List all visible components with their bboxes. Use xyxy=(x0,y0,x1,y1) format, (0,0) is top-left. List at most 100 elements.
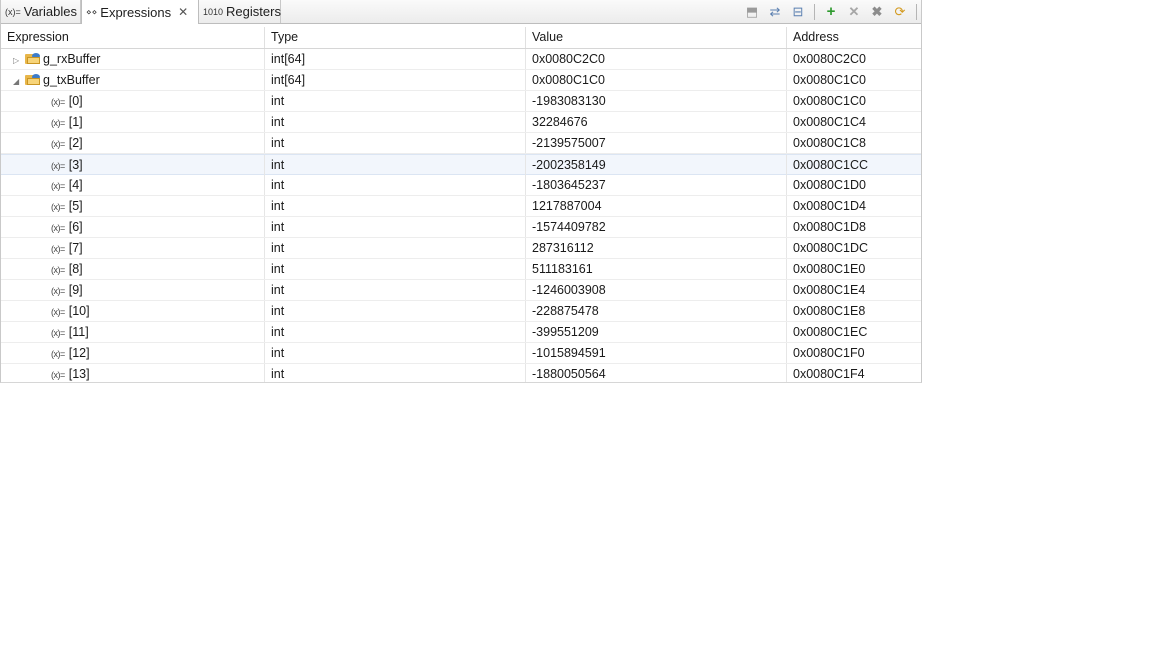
value-cell[interactable]: 511183161 xyxy=(526,259,787,279)
expressions-icon: ⋄⋄ xyxy=(86,6,98,17)
table-row[interactable]: (x)= [7] int 287316112 0x0080C1DC xyxy=(1,238,921,259)
address-cell: 0x0080C1D4 xyxy=(793,199,866,213)
table-row[interactable]: (x)= [9] int -1246003908 0x0080C1E4 xyxy=(1,280,921,301)
table-row[interactable]: (x)= [1] int 32284676 0x0080C1C4 xyxy=(1,112,921,133)
expression-cell: (x)= [7] xyxy=(1,238,265,258)
expression-name: g_rxBuffer xyxy=(43,52,101,66)
table-row[interactable]: (x)= [10] int -228875478 0x0080C1E8 xyxy=(1,301,921,322)
variable-icon: (x)= xyxy=(51,97,65,107)
expression-cell: ◢ g_txBuffer xyxy=(1,70,265,90)
remove-icon[interactable]: ✕ xyxy=(845,3,863,21)
array-variable-icon xyxy=(25,53,40,64)
tab-variables[interactable]: (x)= Variables xyxy=(1,0,81,23)
close-icon[interactable]: ✕ xyxy=(178,5,188,19)
variable-icon: (x)= xyxy=(51,265,65,275)
variable-icon: (x)= xyxy=(51,349,65,359)
expression-name: g_txBuffer xyxy=(43,73,100,87)
value-cell[interactable]: -1983083130 xyxy=(526,91,787,111)
column-header-expression[interactable]: Expression xyxy=(1,27,265,48)
variable-icon: (x)= xyxy=(51,161,65,171)
tab-expressions[interactable]: ⋄⋄ Expressions ✕ xyxy=(81,0,199,24)
variable-icon: (x)= xyxy=(51,223,65,233)
table-row[interactable]: (x)= [13] int -1880050564 0x0080C1F4 xyxy=(1,364,921,382)
expression-name: [5] xyxy=(68,199,83,213)
variable-icon: (x)= xyxy=(51,286,65,296)
value-cell[interactable]: 0x0080C2C0 xyxy=(526,49,787,69)
collapse-icon[interactable]: ⊟ xyxy=(789,3,807,21)
column-header-row: Expression Type Value Address xyxy=(1,27,921,49)
type-cell: int xyxy=(265,322,526,342)
value-cell[interactable]: 1217887004 xyxy=(526,196,787,216)
remove-all-icon[interactable]: ✖ xyxy=(868,3,886,21)
address-cell: 0x0080C1CC xyxy=(793,158,869,172)
expression-name: [0] xyxy=(68,94,83,108)
column-header-value[interactable]: Value xyxy=(526,27,787,48)
tab-label: Expressions xyxy=(100,4,172,20)
table-row[interactable]: (x)= [11] int -399551209 0x0080C1EC xyxy=(1,322,921,343)
value-cell[interactable]: -228875478 xyxy=(526,301,787,321)
table-row[interactable]: (x)= [0] int -1983083130 0x0080C1C0 xyxy=(1,91,921,112)
table-row[interactable]: (x)= [12] int -1015894591 0x0080C1F0 xyxy=(1,343,921,364)
expression-cell: (x)= [5] xyxy=(1,196,265,216)
tab-registers[interactable]: 1010 Registers xyxy=(199,0,281,23)
column-header-type[interactable]: Type xyxy=(265,27,526,48)
value-cell[interactable]: -1803645237 xyxy=(526,175,787,195)
type-cell: int xyxy=(265,91,526,111)
expressions-view: (x)= Variables ⋄⋄ Expressions ✕ 1010 Reg… xyxy=(0,0,922,383)
type-cell: int xyxy=(265,238,526,258)
expression-cell: (x)= [8] xyxy=(1,259,265,279)
value-cell[interactable]: -1880050564 xyxy=(526,364,787,382)
expanded-arrow-icon[interactable]: ◢ xyxy=(13,72,23,90)
value-cell[interactable]: -1015894591 xyxy=(526,343,787,363)
expression-name: [7] xyxy=(68,241,83,255)
expression-name: [9] xyxy=(68,283,83,297)
expression-cell: (x)= [4] xyxy=(1,175,265,195)
type-cell: int xyxy=(265,175,526,195)
value-cell[interactable]: 287316112 xyxy=(526,238,787,258)
table-row[interactable]: (x)= [4] int -1803645237 0x0080C1D0 xyxy=(1,175,921,196)
add-expression-icon[interactable]: + xyxy=(822,3,840,21)
variable-icon: (x)= xyxy=(51,118,65,128)
table-row[interactable]: (x)= [2] int -2139575007 0x0080C1C8 xyxy=(1,133,921,154)
expression-cell: (x)= [11] xyxy=(1,322,265,342)
type-cell: int xyxy=(265,196,526,216)
show-type-names-icon[interactable]: ⇄ xyxy=(766,3,784,21)
address-cell: 0x0080C1F0 xyxy=(793,346,865,360)
table-row[interactable]: (x)= [8] int 511183161 0x0080C1E0 xyxy=(1,259,921,280)
table-row[interactable]: (x)= [6] int -1574409782 0x0080C1D8 xyxy=(1,217,921,238)
variable-icon: (x)= xyxy=(51,202,65,212)
value-cell[interactable]: 32284676 xyxy=(526,112,787,132)
value-cell[interactable]: -1574409782 xyxy=(526,217,787,237)
refresh-icon[interactable]: ⟳ xyxy=(891,3,909,21)
address-cell: 0x0080C1DC xyxy=(793,241,869,255)
variable-icon: (x)= xyxy=(51,244,65,254)
address-cell: 0x0080C2C0 xyxy=(793,52,866,66)
value-cell[interactable]: -2139575007 xyxy=(526,133,787,153)
type-cell: int xyxy=(265,301,526,321)
address-cell: 0x0080C1F4 xyxy=(793,367,865,381)
value-cell[interactable]: 0x0080C1C0 xyxy=(526,70,787,90)
table-row[interactable]: (x)= [3] int -2002358149 0x0080C1CC xyxy=(1,154,921,175)
table-row[interactable]: ◢ g_txBuffer int[64] 0x0080C1C0 0x0080C1C0 xyxy=(1,70,921,91)
value-cell[interactable]: -1246003908 xyxy=(526,280,787,300)
address-cell: 0x0080C1E8 xyxy=(793,304,866,318)
table-row[interactable]: ▷ g_rxBuffer int[64] 0x0080C2C0 0x0080C2C0 xyxy=(1,49,921,70)
view-toolbar: ⬒ ⇄ ⊟ + ✕ ✖ ⟳ xyxy=(743,0,921,23)
expression-tree: ▷ g_rxBuffer int[64] 0x0080C2C0 0x0080C2C0 ◢ g… xyxy=(1,49,921,382)
type-cell: int xyxy=(265,155,526,175)
address-cell: 0x0080C1D8 xyxy=(793,220,866,234)
collapse-all-icon[interactable]: ⬒ xyxy=(743,3,761,21)
collapsed-arrow-icon[interactable]: ▷ xyxy=(13,51,23,69)
column-header-address[interactable]: Address xyxy=(787,27,921,48)
expression-name: [10] xyxy=(68,304,90,318)
value-cell[interactable]: -2002358149 xyxy=(526,155,787,175)
table-row[interactable]: (x)= [5] int 1217887004 0x0080C1D4 xyxy=(1,196,921,217)
view-tab-bar: (x)= Variables ⋄⋄ Expressions ✕ 1010 Reg… xyxy=(1,0,921,24)
expression-name: [11] xyxy=(68,325,89,339)
variable-icon: (x)= xyxy=(51,307,65,317)
expression-cell: (x)= [1] xyxy=(1,112,265,132)
type-cell: int xyxy=(265,217,526,237)
tab-label: Registers xyxy=(226,4,281,19)
value-cell[interactable]: -399551209 xyxy=(526,322,787,342)
variable-icon: (x)= xyxy=(51,139,65,149)
